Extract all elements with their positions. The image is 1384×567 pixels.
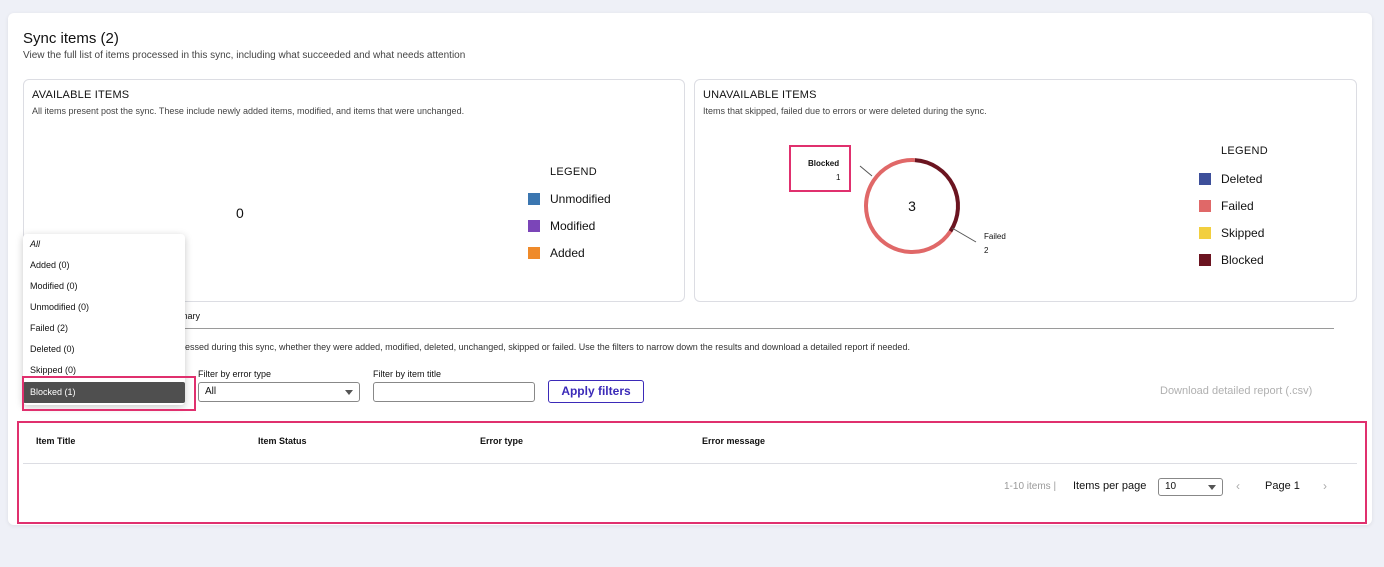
dropdown-option-failed[interactable]: Failed (2): [23, 318, 185, 339]
dropdown-option-added[interactable]: Added (0): [23, 255, 185, 276]
item-title-filter-label: Filter by item title: [373, 369, 442, 379]
legend-item-unmodified: Unmodified: [528, 192, 611, 206]
error-type-filter-label: Filter by error type: [198, 369, 272, 379]
available-items-description: All items present post the sync. These i…: [32, 106, 465, 116]
donut-segment-blocked: [914, 158, 960, 233]
legend-label: Blocked: [1221, 253, 1264, 267]
unavailable-legend-title: LEGEND: [1221, 145, 1269, 157]
legend-item-failed: Failed: [1199, 199, 1254, 213]
legend-label: Modified: [550, 219, 596, 233]
legend-label: Unmodified: [550, 192, 611, 206]
legend-item-blocked: Blocked: [1199, 253, 1264, 267]
tabs-divider: [180, 328, 1334, 329]
download-report-link[interactable]: Download detailed report (.csv): [1160, 385, 1312, 397]
failed-callout-label: Failed: [984, 232, 1006, 241]
failed-callout-value: 2: [984, 246, 989, 255]
dropdown-option-all[interactable]: All: [23, 234, 185, 255]
dropdown-option-deleted[interactable]: Deleted (0): [23, 339, 185, 360]
blocked-callout-line: [859, 165, 873, 177]
legend-item-deleted: Deleted: [1199, 172, 1262, 186]
error-type-select[interactable]: All: [198, 382, 360, 402]
legend-item-modified: Modified: [528, 219, 595, 233]
donut-total: 3: [908, 198, 916, 214]
legend-swatch-deleted: [1199, 173, 1211, 185]
filters-info-text: essed during this sync, whether they wer…: [185, 342, 910, 352]
page-subtitle: View the full list of items processed in…: [23, 50, 466, 61]
failed-callout-line: [951, 227, 977, 243]
available-items-total: 0: [236, 205, 244, 221]
available-legend-title: LEGEND: [550, 166, 598, 178]
item-title-input[interactable]: [373, 382, 535, 402]
legend-label: Skipped: [1221, 226, 1265, 240]
legend-swatch-failed: [1199, 200, 1211, 212]
table-highlight: [17, 421, 1367, 524]
legend-label: Added: [550, 246, 585, 260]
available-items-title: AVAILABLE ITEMS: [32, 89, 130, 101]
dropdown-option-modified[interactable]: Modified (0): [23, 276, 185, 297]
unavailable-items-title: UNAVAILABLE ITEMS: [703, 89, 817, 101]
error-type-select-value: All: [205, 386, 217, 397]
unavailable-donut-chart: 3: [859, 158, 977, 254]
legend-item-added: Added: [528, 246, 585, 260]
dropdown-option-unmodified[interactable]: Unmodified (0): [23, 297, 185, 318]
legend-swatch-modified: [528, 220, 540, 232]
apply-filters-button[interactable]: Apply filters: [548, 380, 644, 403]
chevron-down-icon: [345, 390, 353, 395]
legend-item-skipped: Skipped: [1199, 226, 1264, 240]
blocked-callout-highlight: [789, 145, 851, 192]
legend-label: Deleted: [1221, 172, 1263, 186]
legend-swatch-added: [528, 247, 540, 259]
legend-swatch-skipped: [1199, 227, 1211, 239]
legend-label: Failed: [1221, 199, 1254, 213]
unavailable-items-description: Items that skipped, failed due to errors…: [703, 106, 987, 116]
legend-swatch-blocked: [1199, 254, 1211, 266]
blocked-option-highlight: [22, 376, 196, 411]
page-title: Sync items (2): [23, 30, 119, 47]
legend-swatch-unmodified: [528, 193, 540, 205]
